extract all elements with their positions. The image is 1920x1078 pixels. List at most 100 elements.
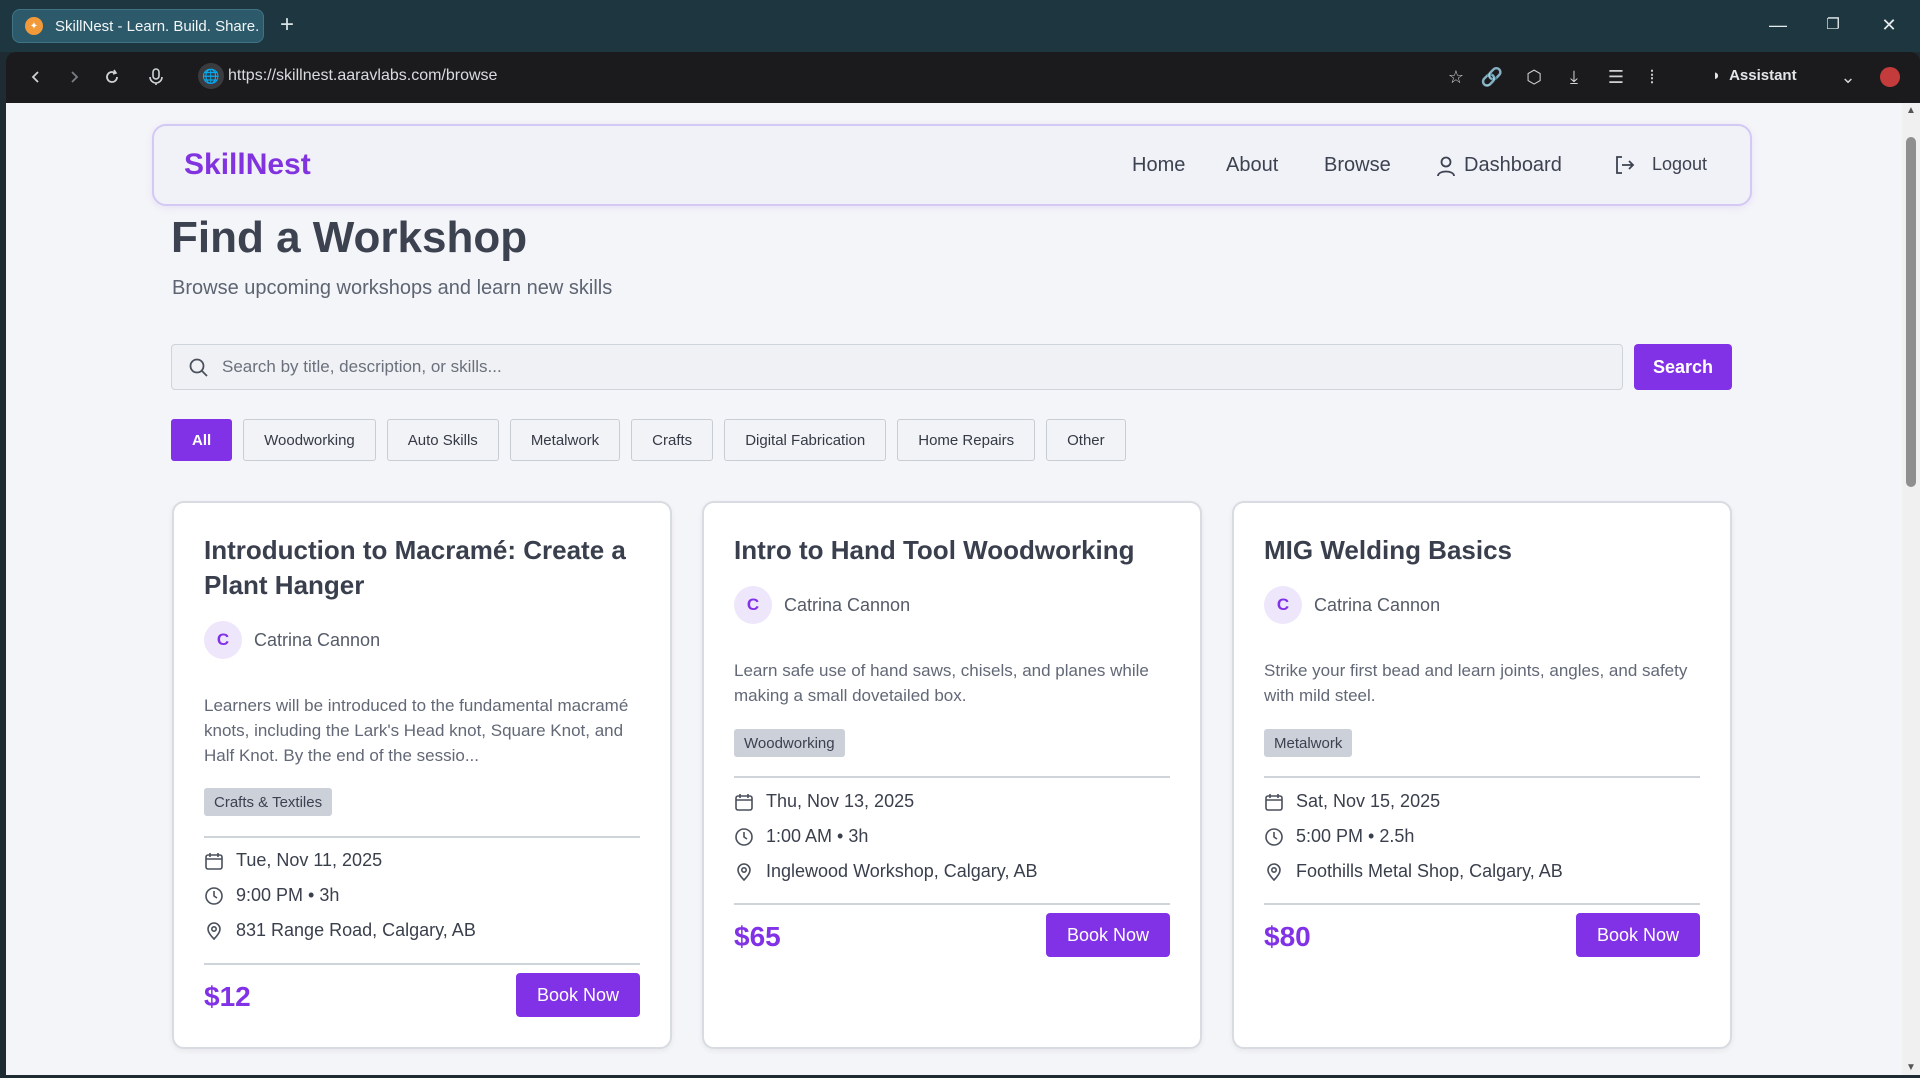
location-text: Foothills Metal Shop, Calgary, AB [1296, 861, 1563, 881]
chevron-down-icon[interactable]: ⌄ [1836, 65, 1860, 89]
workshop-card[interactable]: Introduction to Macramé: Create a Plant … [172, 501, 672, 1049]
page-subtitle: Browse upcoming workshops and learn new … [172, 277, 613, 299]
workshop-location: 831 Range Road, Calgary, AB [204, 920, 476, 941]
calendar-icon [1265, 793, 1283, 811]
clock-icon [735, 827, 753, 846]
filter-crafts[interactable]: Crafts [631, 419, 714, 461]
reload-icon[interactable] [100, 65, 124, 89]
workshop-title[interactable]: Intro to Hand Tool Woodworking [734, 533, 1174, 568]
search-input[interactable] [222, 345, 1612, 389]
divider [734, 776, 1170, 778]
workshop-price: $65 [734, 921, 781, 952]
workshop-description: Strike your first bead and learn joints,… [1264, 661, 1688, 705]
new-tab-icon[interactable]: + [280, 12, 294, 38]
workshop-location: Inglewood Workshop, Calgary, AB [734, 861, 1037, 882]
workshop-date: Sat, Nov 15, 2025 [1264, 791, 1440, 812]
workshop-price: $12 [204, 981, 251, 1012]
workshop-time: 5:00 PM • 2.5h [1264, 826, 1414, 847]
book-now-button[interactable]: Book Now [1576, 913, 1700, 957]
nav-about[interactable]: About [1226, 154, 1278, 177]
instructor: C Catrina Cannon [204, 621, 380, 659]
scroll-down-icon[interactable]: ▼ [1905, 1062, 1917, 1073]
back-icon[interactable] [24, 65, 48, 89]
nav-browse[interactable]: Browse [1324, 154, 1391, 177]
divider [734, 903, 1170, 905]
instructor-name: Catrina Cannon [1314, 594, 1441, 615]
pin-icon [1267, 862, 1281, 881]
page-viewport: SkillNest Home About Browse Dashboard Lo… [6, 103, 1920, 1075]
workshop-date: Thu, Nov 13, 2025 [734, 791, 914, 812]
audio-icon[interactable]: ⦙ [1640, 65, 1664, 89]
workshop-time: 1:00 AM • 3h [734, 826, 868, 847]
workshop-description: Learners will be introduced to the funda… [204, 696, 629, 765]
filter-digital-fabrication[interactable]: Digital Fabrication [724, 419, 887, 461]
workshop-date: Tue, Nov 11, 2025 [204, 850, 382, 871]
nav-dashboard-label: Dashboard [1464, 154, 1562, 176]
pin-icon [207, 921, 221, 940]
filter-other[interactable]: Other [1046, 419, 1126, 461]
star-icon[interactable]: ☆ [1444, 65, 1468, 89]
assistant-icon: ◗ [1712, 67, 1722, 84]
workshop-card[interactable]: MIG Welding Basics C Catrina Cannon Stri… [1232, 501, 1732, 1049]
forward-icon[interactable] [62, 65, 86, 89]
time-text: 1:00 AM • 3h [766, 826, 869, 846]
nav-dashboard[interactable]: Dashboard [1436, 154, 1562, 177]
date-text: Sat, Nov 15, 2025 [1296, 791, 1441, 811]
book-now-button[interactable]: Book Now [1046, 913, 1170, 957]
mic-icon[interactable] [144, 65, 168, 89]
filter-auto-skills[interactable]: Auto Skills [386, 419, 499, 461]
close-icon[interactable]: ✕ [1876, 12, 1902, 38]
nav-logout-label: Logout [1652, 154, 1708, 174]
tab-title: SkillNest - Learn. Build. Share. [55, 17, 260, 35]
workshop-title[interactable]: Introduction to Macramé: Create a Plant … [204, 533, 644, 603]
category-tag: Metalwork [1264, 729, 1353, 757]
restore-icon[interactable]: ❐ [1820, 12, 1846, 38]
filter-woodworking[interactable]: Woodworking [243, 419, 376, 461]
workshop-time: 9:00 PM • 3h [204, 885, 339, 906]
brand-logo[interactable]: SkillNest [184, 148, 311, 182]
browser-tab[interactable]: ✦ SkillNest - Learn. Build. Share. [12, 9, 264, 43]
category-filters: All Woodworking Auto Skills Metalwork Cr… [171, 419, 1126, 461]
download-icon[interactable]: ⤓ [1562, 65, 1586, 89]
address-bar[interactable]: https://skillnest.aaravlabs.com/browse [228, 67, 497, 85]
search-bar [171, 344, 1623, 390]
search-button[interactable]: Search [1634, 344, 1732, 390]
nav-logout[interactable]: Logout [1614, 154, 1707, 175]
page-title: Find a Workshop [171, 213, 528, 262]
profile-extension-icon[interactable] [1880, 67, 1900, 87]
filter-metalwork[interactable]: Metalwork [509, 419, 621, 461]
nav-home[interactable]: Home [1132, 154, 1185, 177]
location-text: 831 Range Road, Calgary, AB [236, 920, 476, 940]
workshop-price: $80 [1264, 921, 1311, 952]
avatar: C [734, 586, 772, 624]
workshop-title[interactable]: MIG Welding Basics [1264, 533, 1704, 568]
scroll-up-icon[interactable]: ▲ [1905, 105, 1917, 116]
workshop-card[interactable]: Intro to Hand Tool Woodworking C Catrina… [702, 501, 1202, 1049]
browser-toolbar: 🌐 https://skillnest.aaravlabs.com/browse… [6, 52, 1920, 103]
instructor-name: Catrina Cannon [254, 629, 381, 650]
filter-all[interactable]: All [171, 419, 233, 461]
filter-home-repairs[interactable]: Home Repairs [897, 419, 1036, 461]
date-text: Thu, Nov 13, 2025 [766, 791, 915, 811]
avatar: C [1264, 586, 1302, 624]
user-icon [1437, 156, 1455, 176]
book-now-button[interactable]: Book Now [516, 973, 640, 1017]
assistant-button[interactable]: ◗ Assistant [1712, 67, 1797, 84]
scrollbar-thumb[interactable] [1906, 137, 1916, 487]
page-scrollbar[interactable]: ▲ ▼ [1902, 103, 1920, 1075]
instructor: C Catrina Cannon [1264, 586, 1440, 624]
calendar-icon [205, 852, 223, 870]
pin-icon [737, 862, 751, 881]
category-tag: Crafts & Textiles [204, 788, 333, 816]
menu-icon[interactable]: ☰ [1604, 65, 1628, 89]
category-tag: Woodworking [734, 729, 845, 757]
divider [204, 836, 640, 838]
globe-icon[interactable]: 🌐 [198, 63, 224, 89]
date-text: Tue, Nov 11, 2025 [236, 850, 383, 870]
link-icon[interactable]: 🔗 [1480, 65, 1504, 89]
site-favicon-icon: ✦ [25, 17, 43, 35]
window-titlebar: ✦ SkillNest - Learn. Build. Share. + — ❐… [0, 0, 1920, 52]
minimize-icon[interactable]: — [1765, 12, 1791, 38]
extensions-icon[interactable]: ⬡ [1522, 65, 1546, 89]
clock-icon [205, 886, 223, 905]
